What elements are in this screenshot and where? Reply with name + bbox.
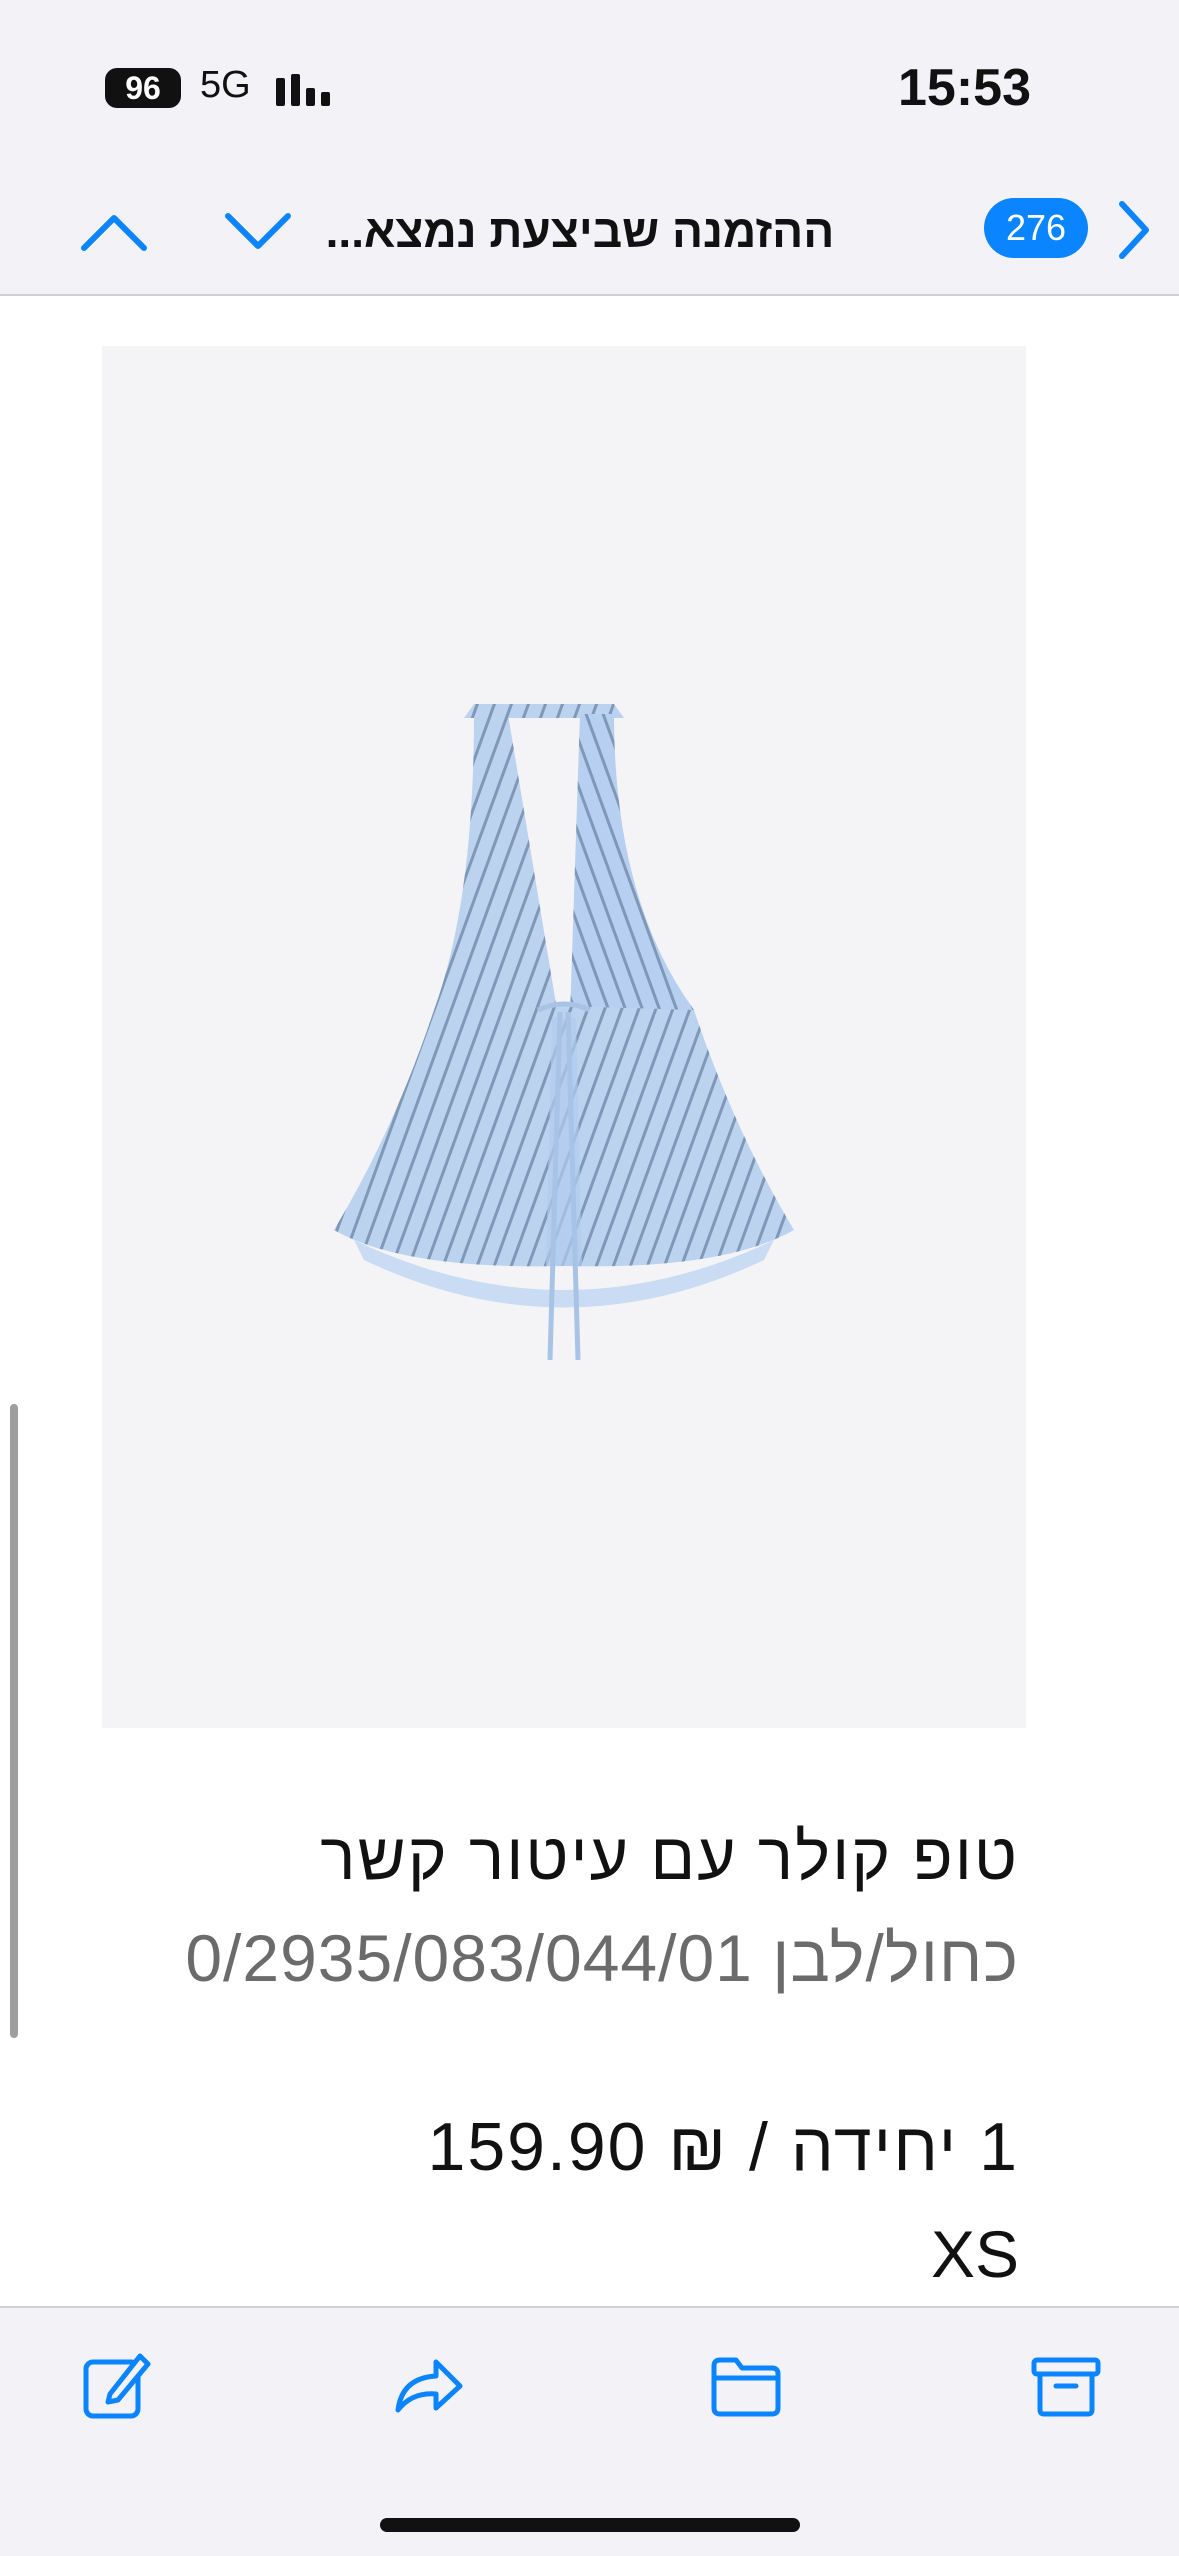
product-quantity-price: 1 יחידה / ₪ 159.90 [427,2109,1019,2185]
product-color-reference: כחול/לבן 0/2935/083/044/01 [185,1921,1019,1995]
network-type: 5G [200,64,251,106]
product-image [102,346,1026,1728]
chevron-down-icon[interactable] [222,208,294,256]
status-bar: 96 5G 15:53 [0,0,1179,170]
message-subject: ההזמנה שביצעת נמצא... [325,205,835,257]
product-size: XS [930,2217,1019,2291]
message-body: טופ קולר עם עיטור קשר כחול/לבן 0/2935/08… [0,296,1179,2306]
home-indicator[interactable] [380,2518,800,2532]
scroll-indicator[interactable] [10,1404,18,2038]
compose-icon[interactable] [80,2350,152,2422]
bottom-toolbar [0,2306,1179,2556]
mail-message-screen: 96 5G 15:53 ההזמנה שביצעת נמצא... 276 טו… [0,0,1179,2556]
clock: 15:53 [898,59,1031,117]
signal-bars-icon [276,74,330,106]
striped-halter-top-image [334,704,794,1360]
reply-forward-icon[interactable] [392,2350,464,2422]
message-nav-bar: ההזמנה שביצעת נמצא... 276 [0,170,1179,296]
message-count-badge[interactable]: 276 [984,198,1088,258]
chevron-up-icon[interactable] [78,208,150,256]
folder-icon[interactable] [710,2350,782,2422]
product-name: טופ קולר עם עיטור קשר [320,1819,1019,1893]
battery-level: 96 [105,68,181,108]
archive-icon[interactable] [1030,2350,1102,2422]
chevron-right-icon[interactable] [1114,198,1154,262]
